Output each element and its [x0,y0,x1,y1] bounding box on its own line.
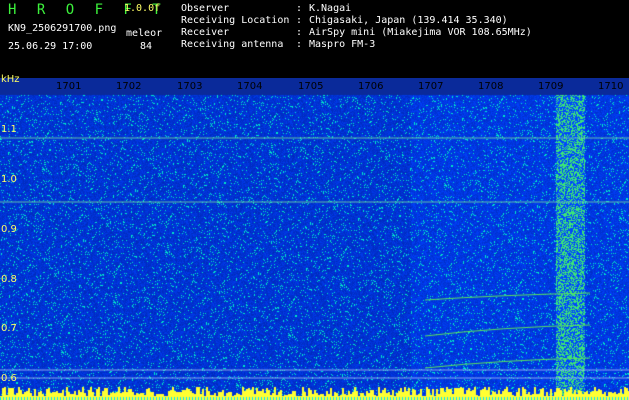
separator: : [296,3,303,14]
receiver-label: Receiver [181,27,230,38]
y-tick-label: 1.0 [1,174,17,185]
x-tick-label: 1706 [358,81,384,92]
header-panel: H R O F F T 1.0.0f KN9_2506291700.png me… [0,0,629,78]
x-tick-label: 1709 [538,81,564,92]
location-value: Chigasaki, Japan (139.414 35.340) [309,15,508,26]
meteor-count: 84 [140,41,153,52]
meteor-label: meleor [126,28,163,39]
y-tick-label: 0.9 [1,224,17,235]
x-tick-label: 1705 [298,81,324,92]
x-tick-label: 1701 [56,81,82,92]
observer-value: K.Nagai [309,3,352,14]
x-tick-label: 1708 [478,81,504,92]
y-tick-label: 1.1 [1,124,17,135]
x-tick-label: 1702 [116,81,142,92]
x-tick-label: 1710 [598,81,624,92]
spectrogram-canvas [0,78,629,400]
separator: : [296,39,303,50]
antenna-label: Receiving antenna [181,39,284,50]
y-tick-label: 0.8 [1,274,17,285]
version-label: 1.0.0f [124,3,161,14]
location-label: Receiving Location [181,15,290,26]
y-tick-label: 0.6 [1,373,17,384]
y-axis-unit: kHz [1,74,20,85]
observer-label: Observer [181,3,230,14]
x-tick-label: 1703 [177,81,203,92]
y-tick-label: 0.7 [1,323,17,334]
receiver-value: AirSpy mini (Miakejima VOR 108.65MHz) [309,27,532,38]
datetime-label: 25.06.29 17:00 [8,41,93,52]
x-tick-label: 1707 [418,81,444,92]
separator: : [296,15,303,26]
filename-label: KN9_2506291700.png [8,23,117,34]
x-tick-label: 1704 [237,81,263,92]
separator: : [296,27,303,38]
antenna-value: Maspro FM-3 [309,39,376,50]
